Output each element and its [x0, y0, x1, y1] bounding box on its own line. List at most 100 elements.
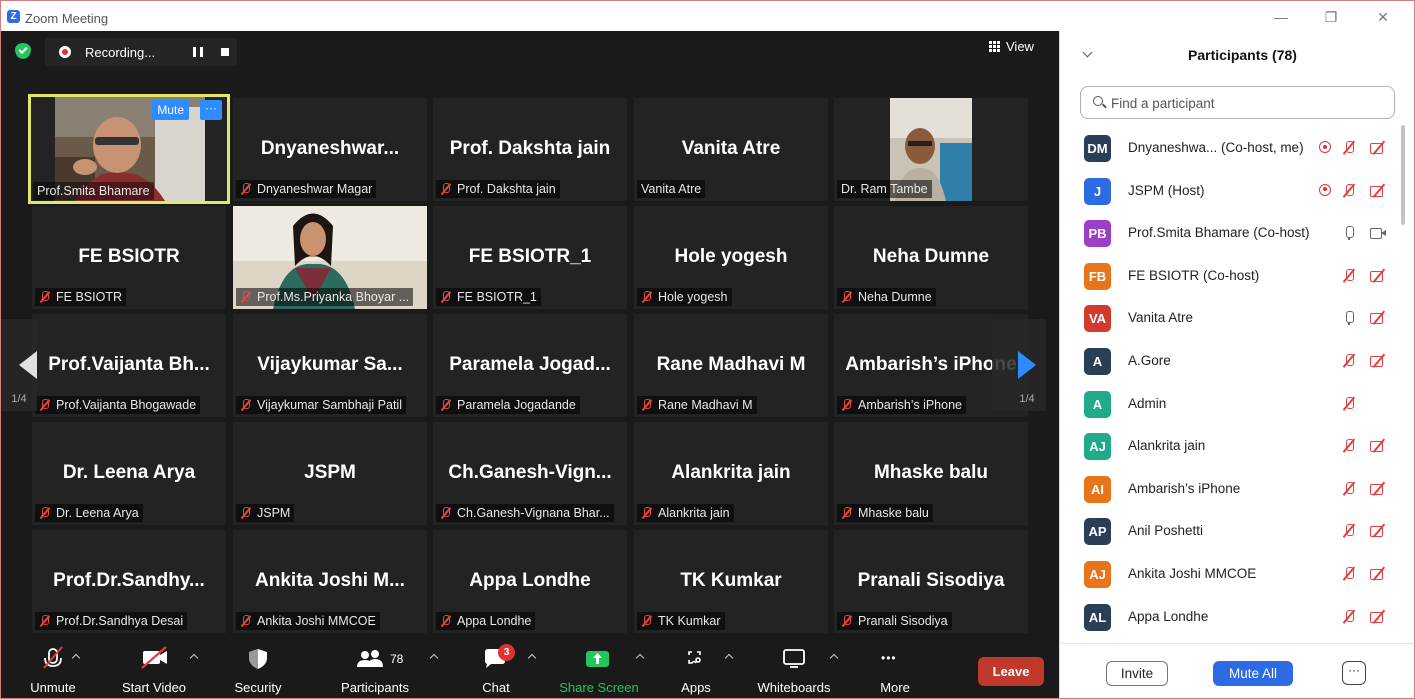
whiteboards-label: Whiteboards — [757, 680, 831, 695]
leave-button[interactable]: Leave — [978, 657, 1044, 686]
close-button[interactable]: ✕ — [1368, 7, 1398, 27]
mute-participant-button[interactable]: Mute — [152, 100, 189, 120]
video-tile[interactable]: FE BSIOTR_1 FE BSIOTR_1 — [433, 206, 627, 309]
share-screen-button[interactable]: Share Screen — [557, 641, 645, 698]
participant-row[interactable]: AI Ambarish’s iPhone — [1060, 468, 1400, 511]
chat-caret-icon[interactable] — [527, 653, 537, 663]
search-input[interactable] — [1111, 93, 1381, 113]
participant-name: Appa Londhe — [1128, 608, 1209, 624]
minimize-button[interactable]: — — [1266, 7, 1296, 27]
tile-name-label: Neha Dumne — [837, 288, 936, 306]
participant-row[interactable]: AJ Alankrita jain — [1060, 425, 1400, 468]
security-label: Security — [234, 680, 282, 695]
security-button[interactable]: Security — [229, 641, 287, 698]
video-tile[interactable]: Prof.Ms.Priyanka Bhoyar ... — [233, 206, 427, 309]
unmute-button[interactable]: Unmute — [19, 641, 87, 698]
mic-off-icon — [1341, 566, 1357, 581]
security-shield-icon[interactable] — [15, 43, 31, 59]
tile-label-text: Prof. Dakshta jain — [457, 182, 556, 196]
video-tile[interactable]: TK Kumkar TK Kumkar — [634, 530, 828, 633]
video-tile[interactable]: Vijaykumar Sa... Vijaykumar Sambhaji Pati… — [233, 314, 427, 417]
video-tile-active[interactable]: Mute ··· Prof.Smita Bhamare — [28, 94, 230, 204]
tile-label-text: TK Kumkar — [658, 614, 721, 628]
video-tile[interactable]: Ankita Joshi M... Ankita Joshi MMCOE — [233, 530, 427, 633]
tile-more-button[interactable]: ··· — [200, 100, 222, 120]
tile-name-label: Paramela Jogadande — [436, 396, 580, 414]
video-tile[interactable]: Dnyaneshwar... Dnyaneshwar Magar — [233, 98, 427, 201]
stop-recording-button[interactable] — [221, 48, 229, 56]
participant-row[interactable]: A Admin — [1060, 383, 1400, 426]
tile-display-name: Hole yogesh — [674, 246, 788, 267]
avatar: VA — [1084, 305, 1111, 333]
video-tile[interactable]: Alankrita jain Alankrita jain — [634, 422, 828, 525]
video-tile[interactable]: Paramela Jogad... Paramela Jogadande — [433, 314, 627, 417]
start-video-button[interactable]: Start Video — [117, 641, 199, 698]
more-button[interactable]: ••• More — [875, 641, 915, 698]
share-caret-icon[interactable] — [635, 653, 645, 663]
video-off-icon — [1370, 524, 1386, 538]
mic-off-icon — [1341, 268, 1357, 283]
video-tile[interactable]: Pranali Sisodiya Pranali Sisodiya — [834, 530, 1028, 633]
participant-row[interactable]: AJ Ankita Joshi MMCOE — [1060, 553, 1400, 596]
restore-button[interactable]: ❐ — [1316, 7, 1346, 27]
video-tile[interactable]: Neha Dumne Neha Dumne — [834, 206, 1028, 309]
participant-row[interactable]: FB FE BSIOTR (Co-host) — [1060, 255, 1400, 298]
view-button[interactable]: View — [989, 39, 1034, 61]
apps-caret-icon[interactable] — [724, 653, 734, 663]
video-tile[interactable]: Appa Londhe Appa Londhe — [433, 530, 627, 633]
video-tile[interactable]: Hole yogesh Hole yogesh — [634, 206, 828, 309]
mic-off-icon — [39, 615, 50, 627]
share-screen-icon-wrap — [557, 641, 645, 671]
tile-name-label: FE BSIOTR — [35, 288, 126, 306]
tile-name-label: Rane Madhavi M — [637, 396, 757, 414]
participant-row[interactable]: PB Prof.Smita Bhamare (Co-host) — [1060, 212, 1400, 255]
mic-off-icon — [39, 507, 50, 519]
tile-display-name: Prof.Vaijanta Bh... — [48, 354, 210, 375]
participants-caret-icon[interactable] — [429, 653, 439, 663]
chat-label: Chat — [482, 680, 510, 695]
participants-scrollbar[interactable] — [1401, 125, 1405, 225]
video-icon — [1370, 226, 1386, 240]
mute-all-button[interactable]: Mute All — [1213, 661, 1293, 686]
tile-display-name: Prof. Dakshta jain — [449, 138, 611, 159]
shield-icon — [249, 649, 267, 669]
video-tile[interactable]: Vanita Atre Vanita Atre — [634, 98, 828, 201]
participant-row[interactable]: VA Vanita Atre — [1060, 297, 1400, 340]
video-tile[interactable]: Prof.Vaijanta Bh... Prof.Vaijanta Bhogawa… — [32, 314, 226, 417]
tile-display-name: FE BSIOTR — [78, 246, 180, 267]
participant-row[interactable]: J JSPM (Host) — [1060, 170, 1400, 213]
video-tile[interactable]: Dr. Ram Tambe — [834, 98, 1028, 201]
unmute-caret-icon[interactable] — [71, 653, 81, 663]
prev-page-button[interactable]: 1/4 — [1, 319, 37, 411]
whiteboards-caret-icon[interactable] — [829, 653, 839, 663]
participant-row[interactable]: AL Appa Londhe — [1060, 596, 1400, 639]
tile-label-text: Rane Madhavi M — [658, 398, 753, 412]
participant-row[interactable]: A A.Gore — [1060, 340, 1400, 383]
participant-row[interactable]: AP Anil Poshetti — [1060, 510, 1400, 553]
next-page-button[interactable]: 1/4 — [992, 319, 1046, 411]
avatar: FB — [1084, 262, 1111, 290]
video-tile[interactable]: Ch.Ganesh-Vign... Ch.Ganesh-Vignana Bhar.… — [433, 422, 627, 525]
video-tile[interactable]: Dr. Leena Arya Dr. Leena Arya — [32, 422, 226, 525]
video-caret-icon[interactable] — [189, 653, 199, 663]
video-tile[interactable]: Prof.Dr.Sandhy... Prof.Dr.Sandhya Desai — [32, 530, 226, 633]
chat-button[interactable]: 3 Chat — [476, 641, 537, 698]
video-tile[interactable]: Mhaske balu Mhaske balu — [834, 422, 1028, 525]
invite-button[interactable]: Invite — [1106, 661, 1168, 686]
panel-more-button[interactable]: ··· — [1342, 661, 1366, 685]
participant-search[interactable] — [1080, 86, 1395, 119]
whiteboards-button[interactable]: Whiteboards — [753, 641, 839, 698]
pause-recording-button[interactable] — [193, 47, 203, 57]
tile-name-label: Mhaske balu — [837, 504, 933, 522]
video-tile[interactable]: Rane Madhavi M Rane Madhavi M — [634, 314, 828, 417]
video-tile[interactable]: FE BSIOTR FE BSIOTR — [32, 206, 226, 309]
participants-button[interactable]: 78 Participants — [335, 641, 439, 698]
video-tile[interactable]: JSPM JSPM — [233, 422, 427, 525]
video-tile[interactable]: Prof. Dakshta jain Prof. Dakshta jain — [433, 98, 627, 201]
mic-off-icon — [1341, 524, 1357, 538]
tile-label-text: Prof.Dr.Sandhya Desai — [56, 614, 184, 628]
participant-row[interactable]: DM Dnyaneshwa... (Co-host, me) — [1060, 127, 1400, 170]
apps-button[interactable]: Apps — [676, 641, 734, 698]
mic-off-icon — [841, 615, 852, 627]
tile-name-label: Ankita Joshi MMCOE — [236, 612, 380, 630]
